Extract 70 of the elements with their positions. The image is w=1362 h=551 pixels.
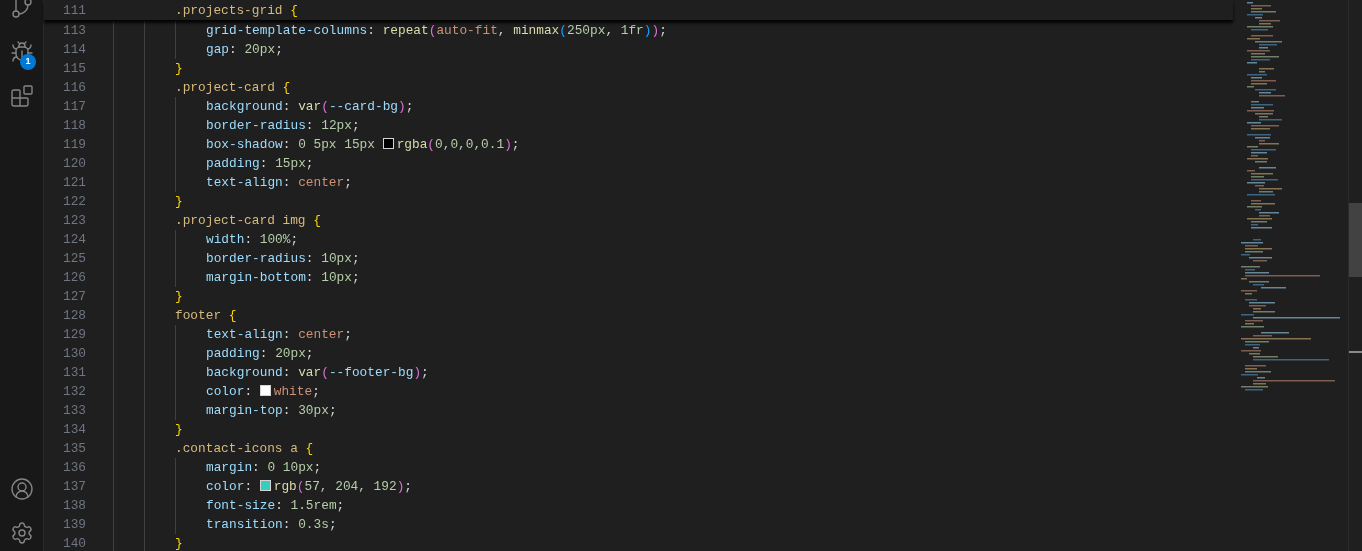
sticky-scroll-header[interactable]: 111 .projects-grid { (44, 0, 1233, 20)
code-line: color: rgb(57, 204, 192); (206, 478, 413, 496)
code-line: background: var(--footer-bg); (206, 364, 429, 382)
line-number: 114 (61, 41, 87, 59)
line-number: 140 (61, 535, 87, 551)
color-swatch[interactable] (382, 138, 394, 149)
account-icon[interactable] (10, 477, 34, 501)
line-number: 132 (61, 383, 87, 401)
code-line: margin-top: 30px; (206, 402, 337, 420)
code-line: } (175, 288, 183, 306)
line-number: 113 (61, 22, 87, 40)
line-number: 117 (61, 98, 87, 116)
code-line: .project-card img { (175, 212, 321, 230)
line-number: 118 (61, 117, 87, 135)
code-line: footer { (175, 307, 237, 325)
scrollbar-thumb[interactable] (1349, 203, 1362, 277)
code-line: gap: 20px; (206, 41, 283, 59)
line-number: 138 (61, 497, 87, 515)
line-number: 123 (61, 212, 87, 230)
code-line: .project-card { (175, 79, 291, 97)
code-line: margin: 0 10px; (206, 459, 322, 477)
settings-icon[interactable] (10, 521, 34, 545)
code-line: background: var(--card-bg); (206, 98, 414, 116)
line-number: 124 (61, 231, 87, 249)
code-line: font-size: 1.5rem; (206, 497, 345, 515)
line-number: 128 (61, 307, 87, 325)
scroll-marker (1349, 351, 1362, 353)
line-number: 125 (61, 250, 87, 268)
code-line: } (175, 193, 183, 211)
line-number: 116 (61, 79, 87, 97)
line-number: 121 (61, 174, 87, 192)
code-line: .contact-icons a { (175, 440, 314, 458)
line-number: 122 (61, 193, 87, 211)
notification-badge: 1 (20, 54, 36, 70)
code-line: box-shadow: 0 5px 15px rgba(0,0,0,0.1); (206, 136, 520, 154)
line-number: 126 (61, 269, 87, 287)
bug-icon[interactable] (10, 40, 34, 64)
line-number: 127 (61, 288, 87, 306)
code-line: width: 100%; (206, 231, 299, 249)
line-number: 139 (61, 516, 87, 534)
code-line: padding: 20px; (206, 345, 314, 363)
code-line: margin-bottom: 10px; (206, 269, 360, 287)
line-number: 134 (61, 421, 87, 439)
line-number: 111 (61, 2, 87, 20)
branch-icon[interactable] (10, 0, 34, 20)
code-line: } (175, 535, 183, 551)
code-line: border-radius: 12px; (206, 117, 360, 135)
code-line: padding: 15px; (206, 155, 314, 173)
color-swatch[interactable] (259, 480, 271, 491)
code-line: grid-template-columns: repeat(auto-fit, minmax(250px, 1fr)); (206, 22, 667, 40)
line-number: 135 (61, 440, 87, 458)
color-swatch[interactable] (259, 385, 271, 396)
blocks-icon[interactable] (10, 84, 34, 108)
line-number: 120 (61, 155, 87, 173)
code-line: text-align: center; (206, 326, 352, 344)
code-line: } (175, 60, 183, 78)
line-number: 133 (61, 402, 87, 420)
line-number: 129 (61, 326, 87, 344)
line-number: 137 (61, 478, 87, 496)
code-line: transition: 0.3s; (206, 516, 337, 534)
code-line: border-radius: 10px; (206, 250, 360, 268)
line-number: 136 (61, 459, 87, 477)
line-number: 130 (61, 345, 87, 363)
line-number: 115 (61, 60, 87, 78)
code-line: text-align: center; (206, 174, 352, 192)
code-line: } (175, 421, 183, 439)
line-number: 119 (61, 136, 87, 154)
code-line: color: white; (206, 383, 320, 401)
line-number: 131 (61, 364, 87, 382)
code-line: .projects-grid { (175, 2, 298, 20)
